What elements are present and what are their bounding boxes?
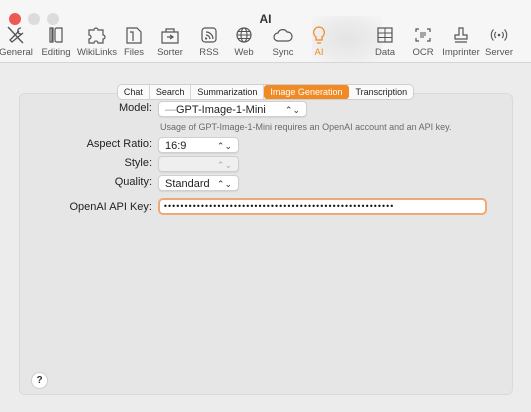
model-value: GPT-Image-1-Mini <box>176 104 266 116</box>
aspect-ratio-popup[interactable]: 16:9 ⌃⌄ <box>158 137 239 153</box>
tab-image-generation[interactable]: Image Generation <box>264 85 350 99</box>
table-icon <box>377 27 393 43</box>
toolbar-item-server[interactable]: Server <box>476 22 522 62</box>
quality-label: Quality: <box>114 176 152 188</box>
toolbar-label: Server <box>485 47 513 58</box>
tools-icon <box>7 26 24 44</box>
aspect-ratio-value: 16:9 <box>165 140 187 152</box>
api-key-label: OpenAI API Key: <box>69 201 152 213</box>
tab-chat[interactable]: Chat <box>118 85 150 99</box>
quality-value: Standard <box>165 178 210 190</box>
puzzle-icon <box>88 27 106 44</box>
chevron-updown-icon: ⌃⌄ <box>216 141 232 151</box>
aspect-ratio-label: Aspect Ratio: <box>86 138 152 150</box>
help-button[interactable]: ? <box>31 372 48 389</box>
segmented-control: Chat Search Summarization Image Generati… <box>116 84 415 100</box>
broadcast-icon <box>490 29 508 41</box>
ocr-icon <box>415 28 431 42</box>
model-prefix: — <box>165 104 176 116</box>
lightbulb-icon <box>313 26 325 44</box>
ai-tabs: Chat Search Summarization Image Generati… <box>0 84 531 100</box>
chevron-updown-icon: ⌃⌄ <box>216 179 232 189</box>
api-key-field[interactable]: ••••••••••••••••••••••••••••••••••••••••… <box>158 198 487 215</box>
rss-icon <box>201 27 217 43</box>
editing-icon <box>49 27 63 43</box>
toolbar-label: Editing <box>41 47 71 58</box>
tab-search[interactable]: Search <box>150 85 192 99</box>
titlebar: AI General Editing WikiLinks Files Sorte… <box>0 0 531 63</box>
model-label: Model: <box>118 102 152 114</box>
tab-summarization[interactable]: Summarization <box>191 85 265 99</box>
tab-transcription[interactable]: Transcription <box>349 85 413 99</box>
globe-icon <box>236 27 252 43</box>
chevron-updown-icon: ⌃⌄ <box>216 160 232 170</box>
preferences-window: AI General Editing WikiLinks Files Sorte… <box>0 0 531 412</box>
chevron-updown-icon: ⌃⌄ <box>284 105 300 115</box>
stamp-icon <box>454 27 468 43</box>
quality-popup[interactable]: Standard ⌃⌄ <box>158 175 239 191</box>
model-caption: Usage of GPT-Image-1-Mini requires an Op… <box>160 122 452 132</box>
toolbar-item-ai[interactable]: AI <box>296 22 342 62</box>
model-popup[interactable]: —GPT-Image-1-Mini ⌃⌄ <box>158 101 307 117</box>
cloud-icon <box>273 29 293 42</box>
style-label: Style: <box>124 157 152 169</box>
files-icon <box>126 27 142 44</box>
style-popup[interactable]: ⌃⌄ <box>158 156 239 172</box>
preferences-toolbar: General Editing WikiLinks Files Sorter R… <box>0 22 531 62</box>
toolbar-item-editing[interactable]: Editing <box>33 22 79 62</box>
toolbar-label: AI <box>314 47 324 58</box>
sorter-icon <box>161 28 179 44</box>
